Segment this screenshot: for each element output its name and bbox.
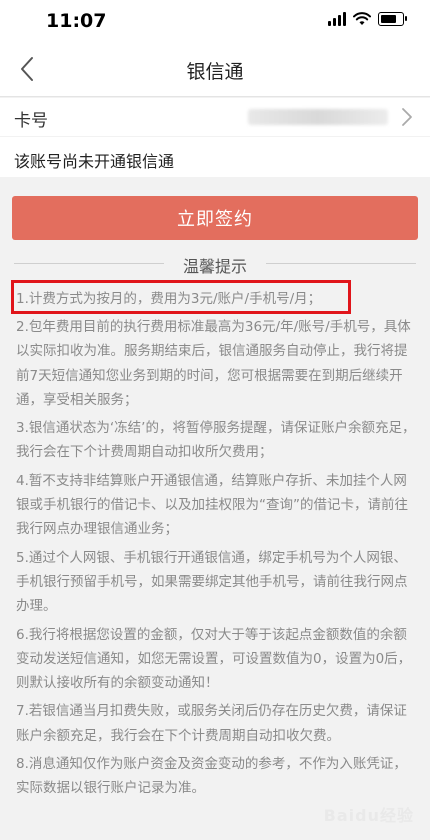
account-status-row: 该账号尚未开通银信通 [0,137,430,177]
wifi-icon [353,12,371,25]
card-number-row[interactable]: 卡号 [0,98,430,136]
highlight-annotation-box [11,280,351,314]
card-number-value-masked [248,109,388,125]
sign-up-button[interactable]: 立即签约 [12,196,418,240]
tips-title: 温馨提示 [182,257,247,276]
cellular-signal-icon [328,12,346,26]
card-number-label: 卡号 [14,111,48,131]
tip-item: 8.消息通知仅作为账户资金及资金变动的参考，不作为入账凭证，实际数据以银行账户记… [16,756,407,797]
navigation-bar: 银信通 [0,42,430,97]
tip-item: 4.暂不支持非结算账户开通银信通，结算账户存折、未加挂个人网银或手机银行的借记卡… [16,472,408,538]
tip-item: 5.通过个人网银、手机银行开通银信通，绑定手机号为个人网银、手机银行预留手机号，… [16,549,408,615]
battery-icon [378,12,407,26]
tip-item: 7.若银信通当月扣费失败，或服务关闭后仍存在历史欠费，请保证账户余额充足，我行会… [16,703,407,744]
status-bar: 11:07 [0,0,430,42]
page-title: 银信通 [186,61,244,83]
tips-header: 温馨提示 [0,252,430,276]
tips-divider-right [266,263,416,264]
status-icons [328,12,407,26]
tip-item: 3.银信通状态为‘冻结’的，将暂停服务提醒，请保证账户余额充足，我行会在下个计费… [16,420,416,461]
tip-item: 2.包年费用目前的执行费用标准最高为36元/年/账号/手机号，具体以实际扣收为准… [16,319,411,408]
chevron-right-icon [402,108,412,126]
tips-list: 1.计费方式为按月的，费用为3元/账户/手机号/月； 2.包年费用目前的执行费用… [16,287,418,801]
status-time: 11:07 [46,10,107,32]
account-status-text: 该账号尚未开通银信通 [14,152,175,171]
watermark: Baidu经验 [323,806,414,825]
tip-item: 6.我行将根据您设置的金额，仅对大于等于该起点金额数值的余额变动发送短信通知，如… [16,626,412,692]
